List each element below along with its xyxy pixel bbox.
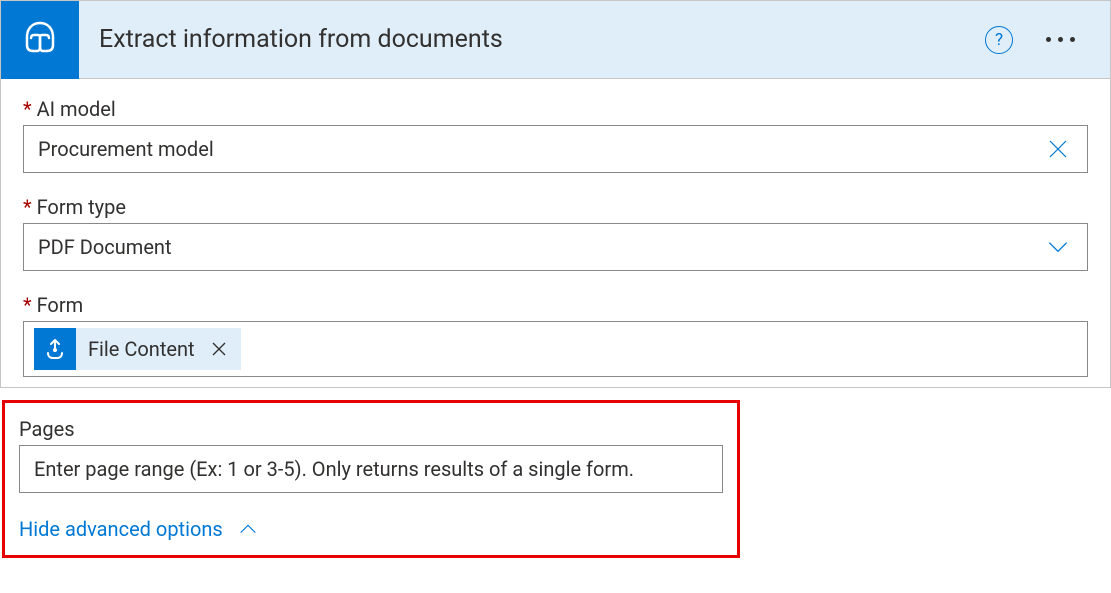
clear-icon[interactable] bbox=[1043, 134, 1073, 164]
ai-model-input[interactable]: Procurement model bbox=[23, 125, 1088, 173]
form-type-label: Form type bbox=[23, 195, 1088, 219]
token-remove-icon[interactable] bbox=[207, 337, 231, 361]
token-label: File Content bbox=[88, 337, 195, 361]
more-menu-icon[interactable] bbox=[1041, 32, 1080, 47]
card-title: Extract information from documents bbox=[79, 25, 985, 54]
form-label: Form bbox=[23, 293, 1088, 317]
card-body: AI model Procurement model Form type PDF… bbox=[1, 79, 1110, 387]
help-icon[interactable]: ? bbox=[985, 26, 1013, 54]
ai-model-label: AI model bbox=[23, 97, 1088, 121]
card-header: Extract information from documents ? bbox=[1, 1, 1110, 79]
ai-model-value: Procurement model bbox=[38, 137, 1043, 161]
header-actions: ? bbox=[985, 26, 1110, 54]
chevron-down-icon[interactable] bbox=[1043, 232, 1073, 262]
file-content-icon bbox=[34, 328, 76, 370]
pages-input[interactable]: Enter page range (Ex: 1 or 3-5). Only re… bbox=[19, 445, 723, 493]
toggle-advanced-label: Hide advanced options bbox=[19, 517, 223, 541]
action-card: Extract information from documents ? AI … bbox=[0, 0, 1111, 388]
form-type-value: PDF Document bbox=[38, 235, 1043, 259]
highlighted-section: Pages Enter page range (Ex: 1 or 3-5). O… bbox=[2, 400, 740, 558]
chevron-up-icon bbox=[237, 518, 259, 540]
form-type-select[interactable]: PDF Document bbox=[23, 223, 1088, 271]
action-logo-icon bbox=[1, 1, 79, 79]
pages-placeholder: Enter page range (Ex: 1 or 3-5). Only re… bbox=[34, 457, 634, 481]
toggle-advanced-link[interactable]: Hide advanced options bbox=[19, 517, 723, 541]
form-input[interactable]: File Content bbox=[23, 321, 1088, 377]
dynamic-content-token[interactable]: File Content bbox=[34, 328, 241, 370]
pages-label: Pages bbox=[19, 417, 723, 441]
